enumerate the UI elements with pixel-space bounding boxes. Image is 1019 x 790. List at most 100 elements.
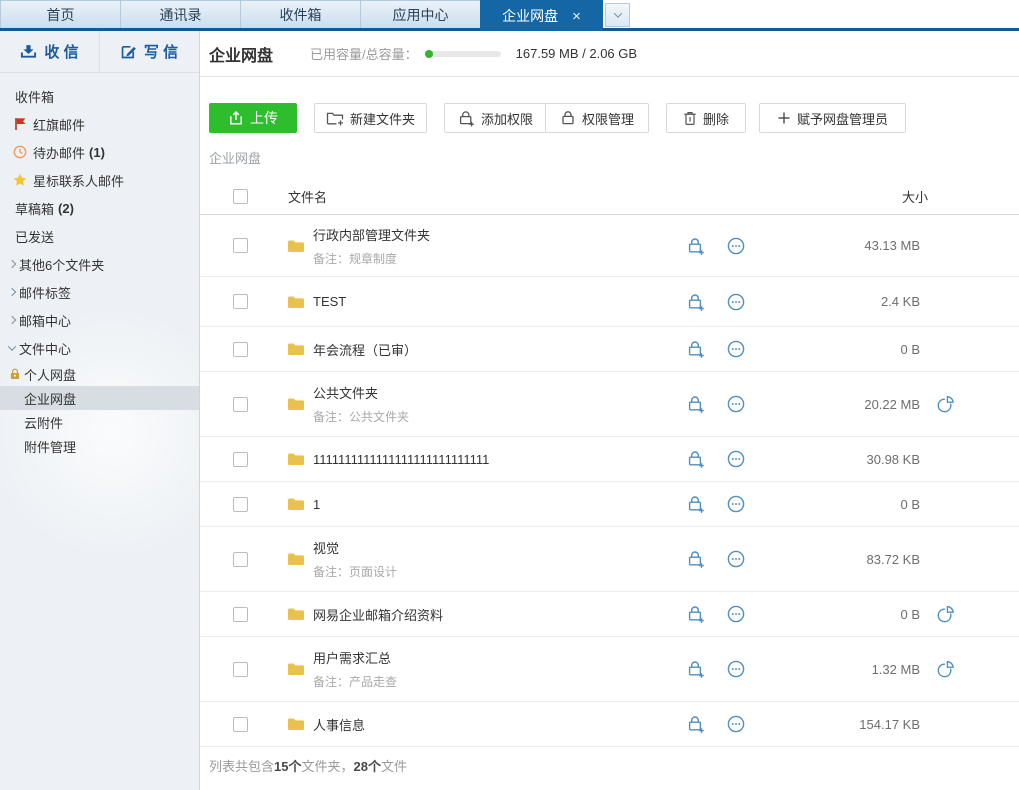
sidebar-item-cloud-attachments[interactable]: 云附件	[0, 410, 199, 434]
drive-header: 企业网盘 已用容量/总容量： 167.59 MB / 2.06 GB	[200, 31, 1019, 77]
more-actions-icon[interactable]	[726, 659, 746, 679]
table-row[interactable]: 1 0 B	[200, 482, 1019, 527]
chevron-right-icon	[7, 316, 15, 324]
tab-inbox[interactable]: 收件箱	[240, 0, 361, 28]
sidebar-item-sent[interactable]: 已发送	[0, 222, 199, 250]
upload-button[interactable]: 上传	[209, 103, 297, 133]
receive-mail-button[interactable]: 收 信	[0, 31, 100, 72]
more-actions-icon[interactable]	[726, 339, 746, 359]
capacity-label: 已用容量/总容量：	[310, 44, 418, 63]
select-all-checkbox[interactable]	[233, 189, 248, 204]
file-name[interactable]: 人事信息	[313, 715, 365, 734]
add-permission-icon[interactable]	[685, 449, 705, 469]
add-permission-icon[interactable]	[685, 292, 705, 312]
sidebar-item-personal-drive[interactable]: 个人网盘	[0, 362, 199, 386]
row-checkbox[interactable]	[233, 552, 248, 567]
file-name[interactable]: 网易企业邮箱介绍资料	[313, 605, 443, 624]
more-actions-icon[interactable]	[726, 549, 746, 569]
sidebar-item-label: 待办邮件	[33, 143, 85, 162]
more-actions-icon[interactable]	[726, 714, 746, 734]
file-table: 文件名 大小 行政内部管理文件夹 备注：规章制度 43.13 MB	[200, 179, 1019, 747]
file-size: 0 B	[900, 342, 920, 357]
file-name[interactable]: TEST	[313, 294, 346, 309]
sidebar-item-mailbox-center[interactable]: 邮箱中心	[0, 306, 199, 334]
close-icon[interactable]: ×	[572, 8, 581, 25]
delete-button[interactable]: 删除	[666, 103, 746, 133]
capacity-pie-icon[interactable]	[936, 660, 955, 679]
tab-home[interactable]: 首页	[0, 0, 121, 28]
table-row[interactable]: 视觉 备注：页面设计 83.72 KB	[200, 527, 1019, 592]
add-permission-icon[interactable]	[685, 714, 705, 734]
sidebar-item-todo-mail[interactable]: 待办邮件 (1)	[0, 138, 199, 166]
file-name[interactable]: 年会流程（已审）	[313, 340, 417, 359]
sidebar-item-file-center[interactable]: 文件中心	[0, 334, 199, 362]
sidebar-item-drafts[interactable]: 草稿箱 (2)	[0, 194, 199, 222]
sidebar-item-other-folders[interactable]: 其他6个文件夹	[0, 250, 199, 278]
table-row[interactable]: 公共文件夹 备注：公共文件夹 20.22 MB	[200, 372, 1019, 437]
tab-enterprise-drive[interactable]: 企业网盘 ×	[480, 0, 603, 31]
add-permission-icon[interactable]	[685, 394, 705, 414]
more-actions-icon[interactable]	[726, 449, 746, 469]
breadcrumb[interactable]: 企业网盘	[209, 148, 1019, 164]
add-permission-button[interactable]: 添加权限	[444, 103, 546, 133]
receive-mail-label: 收 信	[44, 41, 78, 62]
capacity-pie-icon[interactable]	[936, 605, 955, 624]
more-actions-icon[interactable]	[726, 394, 746, 414]
tab-contacts[interactable]: 通讯录	[120, 0, 241, 28]
add-permission-icon[interactable]	[685, 604, 705, 624]
sidebar-item-attachment-manager[interactable]: 附件管理	[0, 434, 199, 458]
sidebar-item-label: 已发送	[15, 227, 54, 246]
row-checkbox[interactable]	[233, 497, 248, 512]
file-name[interactable]: 1111111111111111111111111111	[313, 452, 489, 467]
more-actions-icon[interactable]	[726, 236, 746, 256]
delete-label: 删除	[703, 109, 729, 128]
file-name[interactable]: 视觉	[313, 538, 397, 557]
file-name[interactable]: 用户需求汇总	[313, 648, 397, 667]
chevron-right-icon	[7, 288, 15, 296]
add-permission-icon[interactable]	[685, 339, 705, 359]
tab-app-center[interactable]: 应用中心	[360, 0, 481, 28]
list-summary: 列表共包含15个文件夹，28个文件	[209, 756, 1019, 774]
sidebar-item-starred-contacts-mail[interactable]: 星标联系人邮件	[0, 166, 199, 194]
compose-mail-button[interactable]: 写 信	[100, 31, 199, 72]
sidebar-item-flagged-mail[interactable]: 红旗邮件	[0, 110, 199, 138]
table-row[interactable]: 行政内部管理文件夹 备注：规章制度 43.13 MB	[200, 215, 1019, 277]
more-actions-icon[interactable]	[726, 292, 746, 312]
file-name[interactable]: 公共文件夹	[313, 383, 409, 402]
add-permission-icon[interactable]	[685, 659, 705, 679]
new-folder-button[interactable]: 新建文件夹	[314, 103, 427, 133]
manage-permission-button[interactable]: 权限管理	[545, 103, 649, 133]
row-checkbox[interactable]	[233, 717, 248, 732]
sidebar-item-inbox[interactable]: 收件箱	[0, 82, 199, 110]
row-checkbox[interactable]	[233, 452, 248, 467]
table-row[interactable]: 1111111111111111111111111111 30.98 KB	[200, 437, 1019, 482]
more-actions-icon[interactable]	[726, 604, 746, 624]
add-permission-icon[interactable]	[685, 494, 705, 514]
file-name[interactable]: 1	[313, 497, 320, 512]
row-checkbox[interactable]	[233, 238, 248, 253]
table-row[interactable]: 人事信息 154.17 KB	[200, 702, 1019, 747]
table-row[interactable]: 用户需求汇总 备注：产品走查 1.32 MB	[200, 637, 1019, 702]
table-row[interactable]: 网易企业邮箱介绍资料 0 B	[200, 592, 1019, 637]
more-actions-icon[interactable]	[726, 494, 746, 514]
name-column-header: 文件名	[288, 187, 327, 206]
add-permission-icon[interactable]	[685, 236, 705, 256]
row-checkbox[interactable]	[233, 294, 248, 309]
sidebar-item-enterprise-drive[interactable]: 企业网盘	[0, 386, 199, 410]
grant-admin-button[interactable]: 赋予网盘管理员	[759, 103, 906, 133]
row-checkbox[interactable]	[233, 662, 248, 677]
row-checkbox[interactable]	[233, 342, 248, 357]
file-name[interactable]: 行政内部管理文件夹	[313, 225, 430, 244]
tab-list-dropdown-button[interactable]	[605, 3, 630, 27]
clock-icon	[13, 145, 27, 159]
file-count: 28个	[354, 759, 381, 774]
row-checkbox[interactable]	[233, 607, 248, 622]
add-permission-icon[interactable]	[685, 549, 705, 569]
table-row[interactable]: TEST 2.4 KB	[200, 277, 1019, 327]
table-row[interactable]: 年会流程（已审） 0 B	[200, 327, 1019, 372]
row-checkbox[interactable]	[233, 397, 248, 412]
capacity-pie-icon[interactable]	[936, 395, 955, 414]
sidebar-item-mail-tags[interactable]: 邮件标签	[0, 278, 199, 306]
folder-icon	[287, 452, 305, 466]
lock-plus-icon	[457, 110, 475, 127]
